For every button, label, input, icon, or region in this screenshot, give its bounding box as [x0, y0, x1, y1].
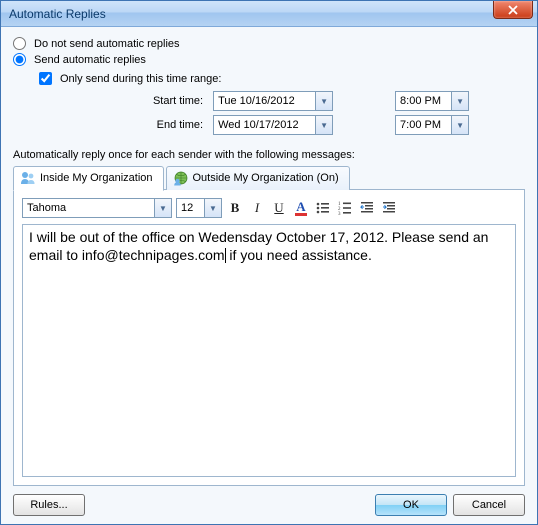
end-time-combo[interactable]: 7:00 PM ▼ — [395, 115, 469, 135]
chevron-down-icon[interactable]: ▼ — [204, 199, 221, 217]
footer-button-row: OK Cancel — [375, 494, 525, 516]
font-combo[interactable]: Tahoma ▼ — [22, 198, 172, 218]
decrease-indent-button[interactable] — [358, 199, 376, 217]
message-text-part2: if you need assistance. — [226, 247, 372, 263]
tab-inside-organization[interactable]: Inside My Organization — [13, 166, 164, 191]
checkbox-time-range-label: Only send during this time range: — [60, 73, 221, 85]
message-editor[interactable]: I will be out of the office on Wedensday… — [22, 224, 516, 477]
radio-send-input[interactable] — [13, 53, 26, 66]
time-range-grid: Start time: Tue 10/16/2012 ▼ 8:00 PM ▼ E… — [97, 91, 525, 135]
format-toolbar: Tahoma ▼ 12 ▼ B I U A 123 — [22, 198, 516, 218]
radio-do-not-send-label: Do not send automatic replies — [34, 38, 180, 50]
titlebar: Automatic Replies — [1, 1, 537, 27]
globe-people-icon — [173, 170, 189, 186]
section-label: Automatically reply once for each sender… — [13, 149, 525, 161]
numbered-list-button[interactable]: 123 — [336, 199, 354, 217]
tab-body: Tahoma ▼ 12 ▼ B I U A 123 — [13, 189, 525, 486]
checkbox-time-range[interactable]: Only send during this time range: — [39, 72, 525, 85]
start-time-value: 8:00 PM — [396, 93, 451, 109]
radio-do-not-send-input[interactable] — [13, 37, 26, 50]
bulleted-list-button[interactable] — [314, 199, 332, 217]
underline-button[interactable]: U — [270, 199, 288, 217]
chevron-down-icon[interactable]: ▼ — [315, 92, 332, 110]
start-time-label: Start time: — [97, 95, 207, 107]
radio-do-not-send[interactable]: Do not send automatic replies — [13, 37, 525, 50]
chevron-down-icon[interactable]: ▼ — [154, 199, 171, 217]
font-size-value: 12 — [177, 200, 204, 216]
people-inside-icon — [20, 170, 36, 186]
tab-outside-label: Outside My Organization (On) — [193, 172, 339, 184]
automatic-replies-window: Automatic Replies Do not send automatic … — [0, 0, 538, 525]
tab-outside-organization[interactable]: Outside My Organization (On) — [166, 166, 350, 190]
chevron-down-icon[interactable]: ▼ — [451, 92, 468, 110]
start-date-value: Tue 10/16/2012 — [214, 93, 315, 109]
rules-button[interactable]: Rules... — [13, 494, 85, 516]
font-combo-value: Tahoma — [23, 200, 154, 216]
cancel-button[interactable]: Cancel — [453, 494, 525, 516]
bold-button[interactable]: B — [226, 199, 244, 217]
radio-send-label: Send automatic replies — [34, 54, 146, 66]
dialog-content: Do not send automatic replies Send autom… — [1, 27, 537, 524]
increase-indent-button[interactable] — [380, 199, 398, 217]
svg-text:3: 3 — [338, 212, 341, 216]
ok-button[interactable]: OK — [375, 494, 447, 516]
chevron-down-icon[interactable]: ▼ — [315, 116, 332, 134]
start-time-combo[interactable]: 8:00 PM ▼ — [395, 91, 469, 111]
window-title: Automatic Replies — [9, 7, 106, 21]
tab-inside-label: Inside My Organization — [40, 172, 153, 184]
end-date-value: Wed 10/17/2012 — [214, 117, 315, 133]
font-color-button[interactable]: A — [292, 199, 310, 217]
font-size-combo[interactable]: 12 ▼ — [176, 198, 222, 218]
end-time-label: End time: — [97, 119, 207, 131]
chevron-down-icon[interactable]: ▼ — [451, 116, 468, 134]
checkbox-time-range-input[interactable] — [39, 72, 52, 85]
close-button[interactable] — [493, 1, 533, 19]
italic-button[interactable]: I — [248, 199, 266, 217]
end-date-combo[interactable]: Wed 10/17/2012 ▼ — [213, 115, 333, 135]
end-time-value: 7:00 PM — [396, 117, 451, 133]
radio-send[interactable]: Send automatic replies — [13, 53, 525, 66]
tab-bar: Inside My Organization Outside My Organi… — [13, 165, 525, 190]
start-date-combo[interactable]: Tue 10/16/2012 ▼ — [213, 91, 333, 111]
dialog-footer: Rules... OK Cancel — [13, 486, 525, 516]
